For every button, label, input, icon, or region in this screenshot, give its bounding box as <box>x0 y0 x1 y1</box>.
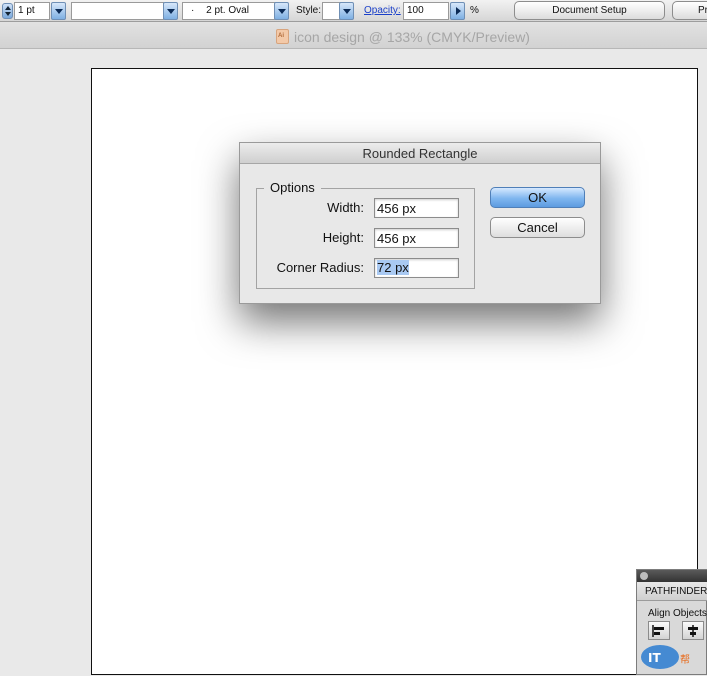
close-icon[interactable] <box>640 572 648 580</box>
rounded-rectangle-dialog: Rounded Rectangle Options Width: Height:… <box>239 142 601 304</box>
cancel-button[interactable]: Cancel <box>490 217 585 238</box>
align-center-icon <box>688 625 698 637</box>
stroke-weight-dropdown-button[interactable] <box>51 2 66 20</box>
stroke-weight-stepper[interactable] <box>2 3 13 19</box>
width-input[interactable] <box>374 198 459 218</box>
tab-pathfinder[interactable]: PATHFINDER <box>637 582 707 601</box>
align-left-button[interactable] <box>648 621 670 640</box>
dialog-title[interactable]: Rounded Rectangle <box>240 143 600 164</box>
opacity-percent: % <box>470 5 479 16</box>
document-tab-title: icon design @ 133% (CMYK/Preview) <box>294 29 530 45</box>
align-objects-label: Align Objects <box>648 608 707 619</box>
brush-dot: · <box>191 5 195 16</box>
style-dropdown-button[interactable] <box>339 2 354 20</box>
brush-definition-dropdown-button[interactable] <box>274 2 289 20</box>
svg-text:IT: IT <box>648 651 661 665</box>
corner-radius-input[interactable]: 72 px <box>374 258 459 278</box>
style-label: Style: <box>296 5 322 16</box>
document-tab-bar: icon design @ 133% (CMYK/Preview) <box>0 22 707 49</box>
document-setup-button[interactable]: Document Setup <box>514 1 665 20</box>
itbang-watermark-logo: IT 帮 <box>640 643 702 671</box>
opacity-slider-button[interactable] <box>450 2 465 20</box>
control-bar: 1 pt · 2 pt. Oval Style: Opacity: 100 % … <box>0 0 707 22</box>
align-left-icon <box>652 625 664 637</box>
height-input[interactable] <box>374 228 459 248</box>
illustrator-document-icon <box>276 29 289 44</box>
svg-text:帮: 帮 <box>680 654 690 666</box>
corner-radius-label: Corner Radius: <box>276 260 364 275</box>
preferences-button[interactable]: Pr <box>672 1 707 20</box>
stroke-weight-field[interactable]: 1 pt <box>14 2 50 20</box>
variable-width-profile-dropdown-button[interactable] <box>163 2 178 20</box>
ok-button[interactable]: OK <box>490 187 585 208</box>
brush-definition-field[interactable]: · 2 pt. Oval <box>182 2 277 20</box>
document-tab[interactable]: icon design @ 133% (CMYK/Preview) <box>276 29 530 45</box>
variable-width-profile-field[interactable] <box>71 2 164 20</box>
brush-definition-label: 2 pt. Oval <box>206 5 249 16</box>
watermark-logo-icon: IT 帮 <box>641 645 690 669</box>
width-label: Width: <box>327 200 364 215</box>
options-label: Options <box>264 180 321 195</box>
panel-grip[interactable] <box>637 570 707 582</box>
opacity-link[interactable]: Opacity: <box>364 5 401 16</box>
align-center-button[interactable] <box>682 621 704 640</box>
opacity-field[interactable]: 100 <box>403 2 449 20</box>
height-label: Height: <box>322 230 364 245</box>
corner-radius-selected-text: 72 px <box>377 260 409 275</box>
